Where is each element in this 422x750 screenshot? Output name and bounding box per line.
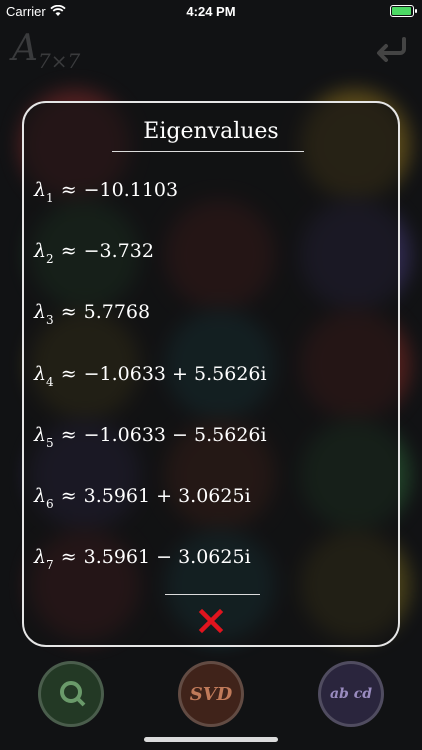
eigenvalue-value: −1.0633 + 5.5626i — [83, 362, 267, 385]
matrix-size: 7×7 — [38, 49, 81, 73]
approx-sign: ≈ — [60, 301, 77, 324]
eigenvalue-row: λ 1 ≈ −10.1103 — [34, 179, 178, 209]
back-arrow-icon[interactable] — [374, 36, 408, 62]
matrix-ab-cd-label: ab cd — [329, 686, 373, 702]
bottom-button-svd[interactable]: SVD — [172, 655, 250, 733]
eigenvalue-value: 3.5961 − 3.0625i — [83, 546, 251, 569]
eigenvalue-symbol: λ — [34, 362, 47, 385]
eigenvalue-symbol: λ — [34, 546, 47, 569]
eigenvalue-index: 2 — [46, 252, 54, 267]
status-time: 4:24 PM — [186, 3, 236, 19]
close-x-icon[interactable] — [198, 608, 224, 634]
eigenvalue-value: −1.0633 − 5.5626i — [83, 423, 267, 446]
eigenvalue-symbol: λ — [34, 485, 47, 507]
eigenvalue-row: λ 2 ≈ −3.732 — [34, 240, 154, 270]
eigenvalue-index: 3 — [46, 313, 54, 328]
bottom-divider — [165, 594, 260, 595]
eigenvalue-row: λ 3 ≈5.7768 — [34, 301, 150, 331]
eigenvalue-symbol: λ — [34, 179, 47, 201]
bottom-button-search[interactable] — [32, 655, 110, 733]
home-indicator[interactable] — [144, 737, 278, 742]
battery-icon — [390, 5, 417, 17]
eigenvalue-value: 5.7768 — [83, 301, 151, 324]
approx-sign: ≈ — [60, 362, 77, 385]
eigenvalue-value: 3.5961 + 3.0625i — [83, 485, 251, 507]
matrix-title: A7×7 — [12, 28, 80, 73]
eigenvalue-index: 4 — [46, 374, 54, 389]
approx-sign: ≈ — [60, 423, 77, 446]
svd-label: SVD — [189, 683, 233, 705]
title-divider — [112, 151, 304, 152]
bottom-button-matrix[interactable]: ab cd — [312, 655, 390, 733]
eigenvalue-symbol: λ — [34, 301, 47, 324]
eigenvalue-value: −3.732 — [83, 240, 154, 263]
dialog-title: Eigenvalues — [143, 119, 279, 144]
approx-sign: ≈ — [60, 485, 77, 507]
status-bar: Carrier 4:24 PM — [0, 0, 422, 22]
eigenvalue-index: 6 — [46, 497, 54, 511]
eigenvalue-value: −10.1103 — [83, 179, 179, 201]
eigenvalue-index: 1 — [46, 191, 54, 205]
eigenvalue-symbol: λ — [34, 240, 47, 263]
approx-sign: ≈ — [60, 240, 77, 263]
eigenvalue-row: λ 5 ≈ −1.0633 − 5.5626i — [34, 424, 267, 454]
approx-sign: ≈ — [60, 179, 77, 201]
search-grid-icon — [60, 681, 86, 707]
eigenvalues-dialog: Eigenvalues λ 1 ≈ −10.1103 λ 2 ≈ −3.732 λ 3 ≈5.776… — [22, 101, 400, 647]
eigenvalue-index: 7 — [46, 558, 54, 573]
eigenvalue-row: λ 4 ≈ −1.0633 + 5.5626i — [34, 363, 267, 393]
eigenvalue-index: 5 — [46, 435, 54, 450]
approx-sign: ≈ — [60, 546, 77, 569]
matrix-symbol: A — [12, 28, 38, 69]
eigenvalue-symbol: λ — [34, 423, 47, 446]
eigenvalue-row: λ 6 ≈3.5961 + 3.0625i — [34, 485, 251, 515]
eigenvalue-row: λ 7 ≈3.5961 − 3.0625i — [34, 546, 251, 576]
